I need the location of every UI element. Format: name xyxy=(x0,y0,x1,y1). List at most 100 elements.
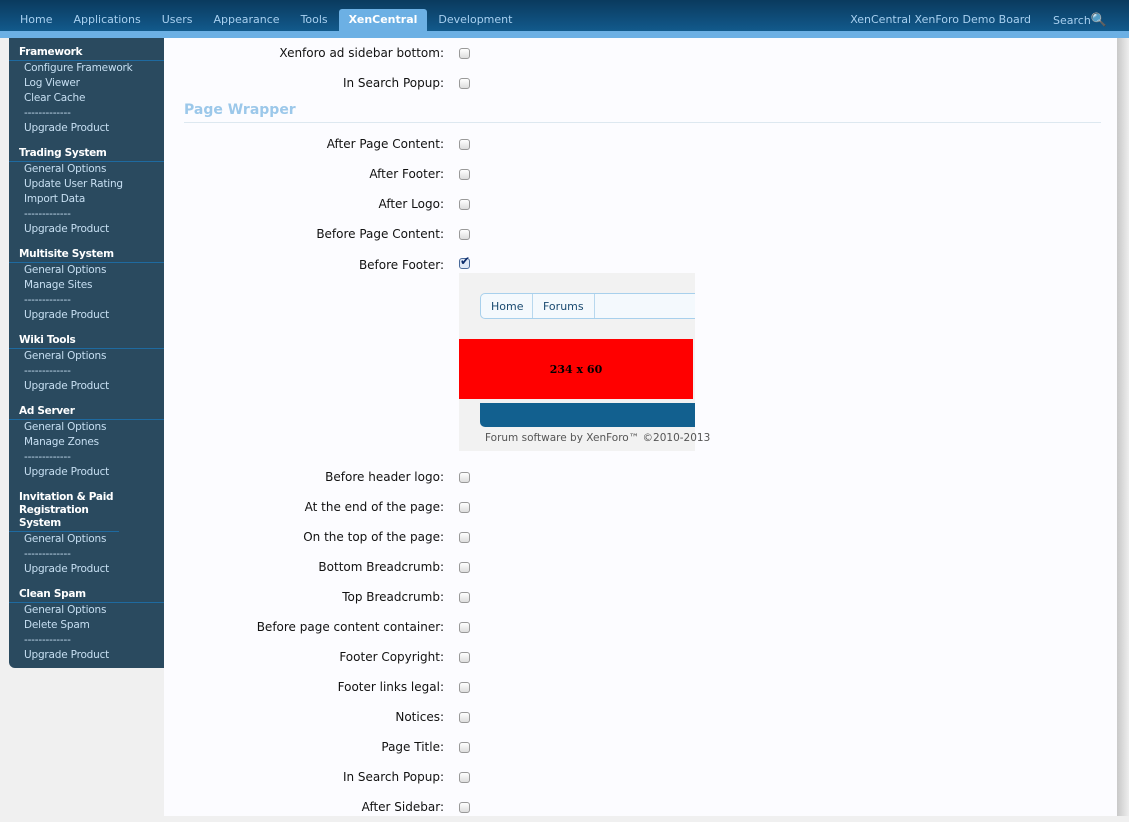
option-label: After Footer: xyxy=(369,167,444,181)
option-row: At the end of the page: xyxy=(164,492,1117,522)
option-checkbox[interactable] xyxy=(459,138,470,150)
option-checkbox[interactable] xyxy=(459,228,470,240)
sidebar-link[interactable]: General Options xyxy=(9,420,164,435)
main-tabs: Home Applications Users Appearance Tools XenC… xyxy=(10,9,523,31)
option-label: Footer links legal: xyxy=(337,680,444,694)
sidebar-link[interactable]: Upgrade Product xyxy=(9,379,164,394)
option-row: After Logo: xyxy=(164,189,1117,219)
option-row: Before page content container: xyxy=(164,612,1117,642)
option-row: Xenforo ad sidebar bottom: xyxy=(164,38,1117,68)
ad-preview: Home Forums 234 x 60 Forum software by X… xyxy=(459,273,710,451)
copyright-text: Forum software by XenForo™ ©2010-2013 xyxy=(485,432,711,444)
sidebar-link[interactable]: General Options xyxy=(9,349,164,364)
tab-underbar xyxy=(0,31,1129,38)
option-checkbox[interactable] xyxy=(459,501,470,513)
sidebar-link[interactable]: General Options xyxy=(9,603,164,618)
option-row: Page Title: xyxy=(164,732,1117,762)
option-checkbox[interactable] xyxy=(459,651,470,663)
sidebar-link[interactable]: General Options xyxy=(9,532,164,547)
sidebar-link[interactable]: Upgrade Product xyxy=(9,465,164,480)
option-checkbox[interactable] xyxy=(459,531,470,543)
option-label: Before page content container: xyxy=(256,620,444,634)
sidebar-link[interactable]: Upgrade Product xyxy=(9,121,164,136)
sidebar-section: Ad Server General Options Manage Zones ----… xyxy=(9,405,164,480)
sidebar-section: Trading System General Options Update User… xyxy=(9,147,164,237)
option-label: Before Page Content: xyxy=(316,227,444,241)
tab-development[interactable]: Development xyxy=(428,9,522,31)
sidebar-separator: ------------- xyxy=(24,548,71,560)
option-row: After Page Content: xyxy=(164,129,1117,159)
option-checkbox[interactable] xyxy=(459,47,470,59)
option-row: Footer Copyright: xyxy=(164,642,1117,672)
sidebar-link[interactable]: Update User Rating xyxy=(9,177,164,192)
tab-home[interactable]: Home xyxy=(10,9,62,31)
sidebar-heading: Wiki Tools xyxy=(9,334,164,349)
option-row: Before Footer: xyxy=(164,249,1117,273)
option-label: After Page Content: xyxy=(326,137,444,151)
option-label: Before Footer: xyxy=(358,258,444,272)
crumb-home: Home xyxy=(481,294,533,318)
option-checkbox[interactable] xyxy=(459,254,470,269)
sidebar-link[interactable]: Manage Zones xyxy=(9,435,164,450)
sidebar-link[interactable]: General Options xyxy=(9,162,164,177)
option-checkbox[interactable] xyxy=(459,801,470,813)
sidebar-separator: ------------- xyxy=(24,208,71,220)
board-title-link[interactable]: XenCentral XenForo Demo Board xyxy=(850,13,1031,28)
option-checkbox[interactable] xyxy=(459,621,470,633)
sidebar-separator: ------------- xyxy=(24,107,71,119)
option-label: Xenforo ad sidebar bottom: xyxy=(279,46,444,60)
option-label: On the top of the page: xyxy=(303,530,444,544)
sidebar-heading: Invitation & Paid Registration System xyxy=(9,491,119,532)
sidebar-separator: ------------- xyxy=(24,294,71,306)
option-label: After Sidebar: xyxy=(361,800,444,814)
option-checkbox[interactable] xyxy=(459,77,470,89)
tab-tools[interactable]: Tools xyxy=(291,9,338,31)
tab-appearance[interactable]: Appearance xyxy=(204,9,290,31)
option-label: Notices: xyxy=(395,710,444,724)
scrollbar[interactable] xyxy=(1117,38,1129,816)
sidebar-link[interactable]: Upgrade Product xyxy=(9,222,164,237)
option-checkbox[interactable] xyxy=(459,471,470,483)
sidebar-link[interactable]: Log Viewer xyxy=(9,76,164,91)
footer-bar xyxy=(480,403,695,427)
sidebar-heading: Framework xyxy=(9,46,164,61)
sidebar-separator: ------------- xyxy=(24,634,71,646)
sidebar-link[interactable]: Delete Spam xyxy=(9,618,164,633)
sidebar-heading: Ad Server xyxy=(9,405,164,420)
tab-applications[interactable]: Applications xyxy=(63,9,150,31)
sidebar-link[interactable]: Upgrade Product xyxy=(9,562,164,577)
option-label: Top Breadcrumb: xyxy=(342,590,444,604)
option-checkbox[interactable] xyxy=(459,168,470,180)
sidebar-link[interactable]: General Options xyxy=(9,263,164,278)
tab-users[interactable]: Users xyxy=(152,9,203,31)
options-form: Xenforo ad sidebar bottom: In Search Popu… xyxy=(164,38,1117,816)
search-link[interactable]: Search🔍 xyxy=(1053,13,1107,28)
sidebar-heading: Clean Spam xyxy=(9,588,164,603)
sidebar-heading: Trading System xyxy=(9,147,164,162)
option-checkbox[interactable] xyxy=(459,711,470,723)
option-checkbox[interactable] xyxy=(459,681,470,693)
option-row: After Sidebar: xyxy=(164,792,1117,822)
sidebar-link[interactable]: Upgrade Product xyxy=(9,648,164,663)
option-checkbox[interactable] xyxy=(459,741,470,753)
option-row: Top Breadcrumb: xyxy=(164,582,1117,612)
option-checkbox[interactable] xyxy=(459,198,470,210)
sidebar-link[interactable]: Configure Framework xyxy=(9,61,164,76)
sidebar-section: Framework Configure Framework Log Viewer Cl… xyxy=(9,46,164,136)
option-row: Bottom Breadcrumb: xyxy=(164,552,1117,582)
option-checkbox[interactable] xyxy=(459,591,470,603)
option-label: In Search Popup: xyxy=(342,76,444,90)
sidebar-section: Wiki Tools General Options ------------- Up… xyxy=(9,334,164,394)
sidebar-link[interactable]: Import Data xyxy=(9,192,164,207)
option-checkbox[interactable] xyxy=(459,771,470,783)
search-label: Search xyxy=(1053,14,1091,27)
option-row: After Footer: xyxy=(164,159,1117,189)
sidebar-link[interactable]: Manage Sites xyxy=(9,278,164,293)
search-icon: 🔍 xyxy=(1090,13,1107,28)
ad-banner: 234 x 60 xyxy=(459,339,693,399)
sidebar-link[interactable]: Clear Cache xyxy=(9,91,164,106)
option-row: Notices: xyxy=(164,702,1117,732)
option-checkbox[interactable] xyxy=(459,561,470,573)
tab-xencentral[interactable]: XenCentral xyxy=(338,9,428,31)
sidebar-link[interactable]: Upgrade Product xyxy=(9,308,164,323)
